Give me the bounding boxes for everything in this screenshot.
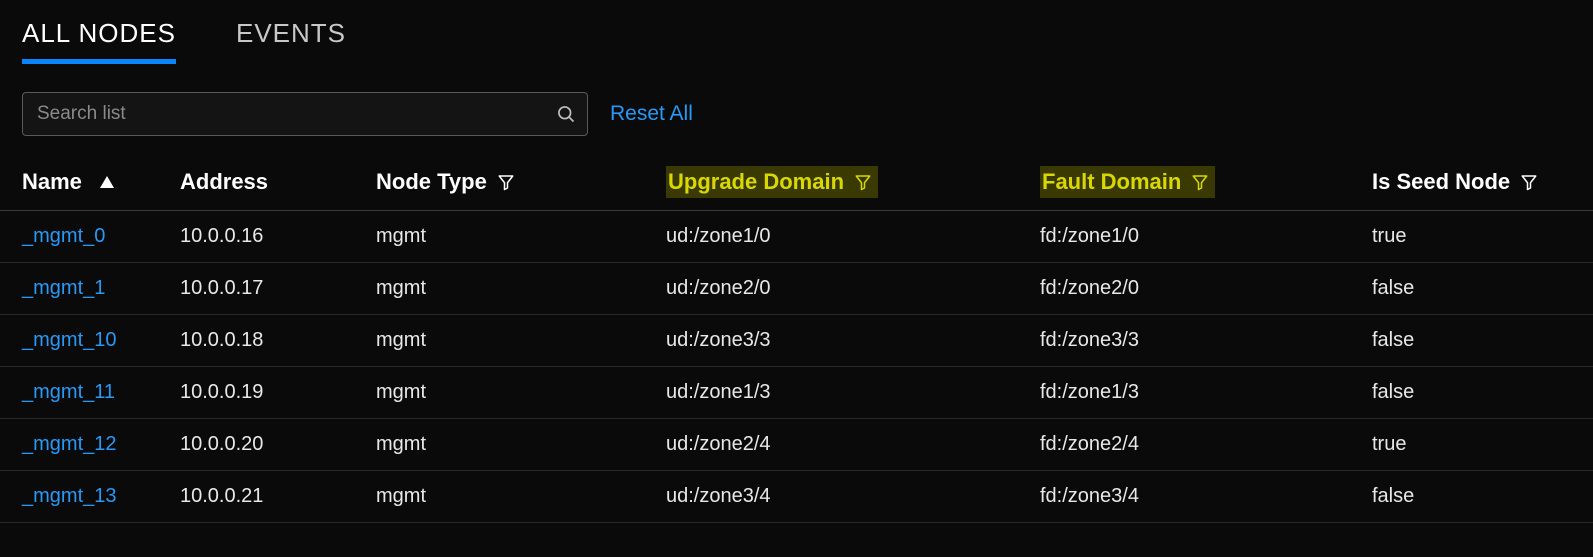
search-box: [22, 92, 588, 136]
column-header-fault-domain[interactable]: Fault Domain: [1040, 160, 1372, 211]
cell-node-type: mgmt: [376, 471, 666, 523]
cell-node-type: mgmt: [376, 419, 666, 471]
column-header-is-seed-node[interactable]: Is Seed Node: [1372, 160, 1593, 211]
cell-fault-domain: fd:/zone2/4: [1040, 419, 1372, 471]
cell-fault-domain: fd:/zone1/3: [1040, 367, 1372, 419]
filter-icon[interactable]: [497, 173, 515, 191]
column-label: Upgrade Domain: [668, 169, 844, 195]
table-row: _mgmt_010.0.0.16mgmtud:/zone1/0fd:/zone1…: [0, 211, 1593, 263]
cell-is-seed-node: false: [1372, 315, 1593, 367]
cell-address: 10.0.0.16: [180, 211, 376, 263]
cell-address: 10.0.0.17: [180, 263, 376, 315]
cell-node-type: mgmt: [376, 367, 666, 419]
column-label: Is Seed Node: [1372, 169, 1510, 195]
cell-upgrade-domain: ud:/zone1/0: [666, 211, 1040, 263]
cell-node-type: mgmt: [376, 315, 666, 367]
node-name-link[interactable]: _mgmt_11: [0, 367, 180, 419]
search-input[interactable]: [23, 103, 545, 125]
node-name-link[interactable]: _mgmt_13: [0, 471, 180, 523]
column-header-node-type[interactable]: Node Type: [376, 160, 666, 211]
filter-icon[interactable]: [1191, 173, 1209, 191]
cell-address: 10.0.0.20: [180, 419, 376, 471]
tab-all-nodes[interactable]: ALL NODES: [22, 18, 176, 64]
tabs-bar: ALL NODES EVENTS: [0, 0, 1593, 64]
cell-is-seed-node: false: [1372, 263, 1593, 315]
cell-address: 10.0.0.18: [180, 315, 376, 367]
cell-fault-domain: fd:/zone2/0: [1040, 263, 1372, 315]
cell-is-seed-node: true: [1372, 211, 1593, 263]
column-header-upgrade-domain[interactable]: Upgrade Domain: [666, 160, 1040, 211]
reset-all-link[interactable]: Reset All: [610, 102, 693, 126]
column-header-address[interactable]: Address: [180, 160, 376, 211]
nodes-table: Name Address Node Type: [0, 160, 1593, 523]
column-label: Fault Domain: [1042, 169, 1181, 195]
table-row: _mgmt_1110.0.0.19mgmtud:/zone1/3fd:/zone…: [0, 367, 1593, 419]
cell-upgrade-domain: ud:/zone1/3: [666, 367, 1040, 419]
table-row: _mgmt_1210.0.0.20mgmtud:/zone2/4fd:/zone…: [0, 419, 1593, 471]
cell-upgrade-domain: ud:/zone3/3: [666, 315, 1040, 367]
table-row: _mgmt_110.0.0.17mgmtud:/zone2/0fd:/zone2…: [0, 263, 1593, 315]
cell-upgrade-domain: ud:/zone2/4: [666, 419, 1040, 471]
cell-node-type: mgmt: [376, 211, 666, 263]
column-label: Address: [180, 169, 268, 194]
toolbar: Reset All: [0, 64, 1593, 160]
cell-node-type: mgmt: [376, 263, 666, 315]
node-name-link[interactable]: _mgmt_0: [0, 211, 180, 263]
column-label: Name: [22, 169, 82, 195]
cell-upgrade-domain: ud:/zone3/4: [666, 471, 1040, 523]
sort-ascending-icon: [100, 176, 114, 188]
search-icon[interactable]: [545, 104, 587, 124]
node-name-link[interactable]: _mgmt_1: [0, 263, 180, 315]
filter-icon[interactable]: [854, 173, 872, 191]
cell-is-seed-node: false: [1372, 471, 1593, 523]
node-name-link[interactable]: _mgmt_10: [0, 315, 180, 367]
cell-upgrade-domain: ud:/zone2/0: [666, 263, 1040, 315]
table-header-row: Name Address Node Type: [0, 160, 1593, 211]
table-row: _mgmt_1010.0.0.18mgmtud:/zone3/3fd:/zone…: [0, 315, 1593, 367]
table-row: _mgmt_1310.0.0.21mgmtud:/zone3/4fd:/zone…: [0, 471, 1593, 523]
filter-icon[interactable]: [1520, 173, 1538, 191]
cell-is-seed-node: true: [1372, 419, 1593, 471]
column-label: Node Type: [376, 169, 487, 195]
cell-fault-domain: fd:/zone1/0: [1040, 211, 1372, 263]
cell-fault-domain: fd:/zone3/3: [1040, 315, 1372, 367]
column-header-name[interactable]: Name: [0, 160, 180, 211]
cell-address: 10.0.0.19: [180, 367, 376, 419]
node-name-link[interactable]: _mgmt_12: [0, 419, 180, 471]
cell-fault-domain: fd:/zone3/4: [1040, 471, 1372, 523]
cell-is-seed-node: false: [1372, 367, 1593, 419]
cell-address: 10.0.0.21: [180, 471, 376, 523]
tab-events[interactable]: EVENTS: [236, 18, 346, 64]
